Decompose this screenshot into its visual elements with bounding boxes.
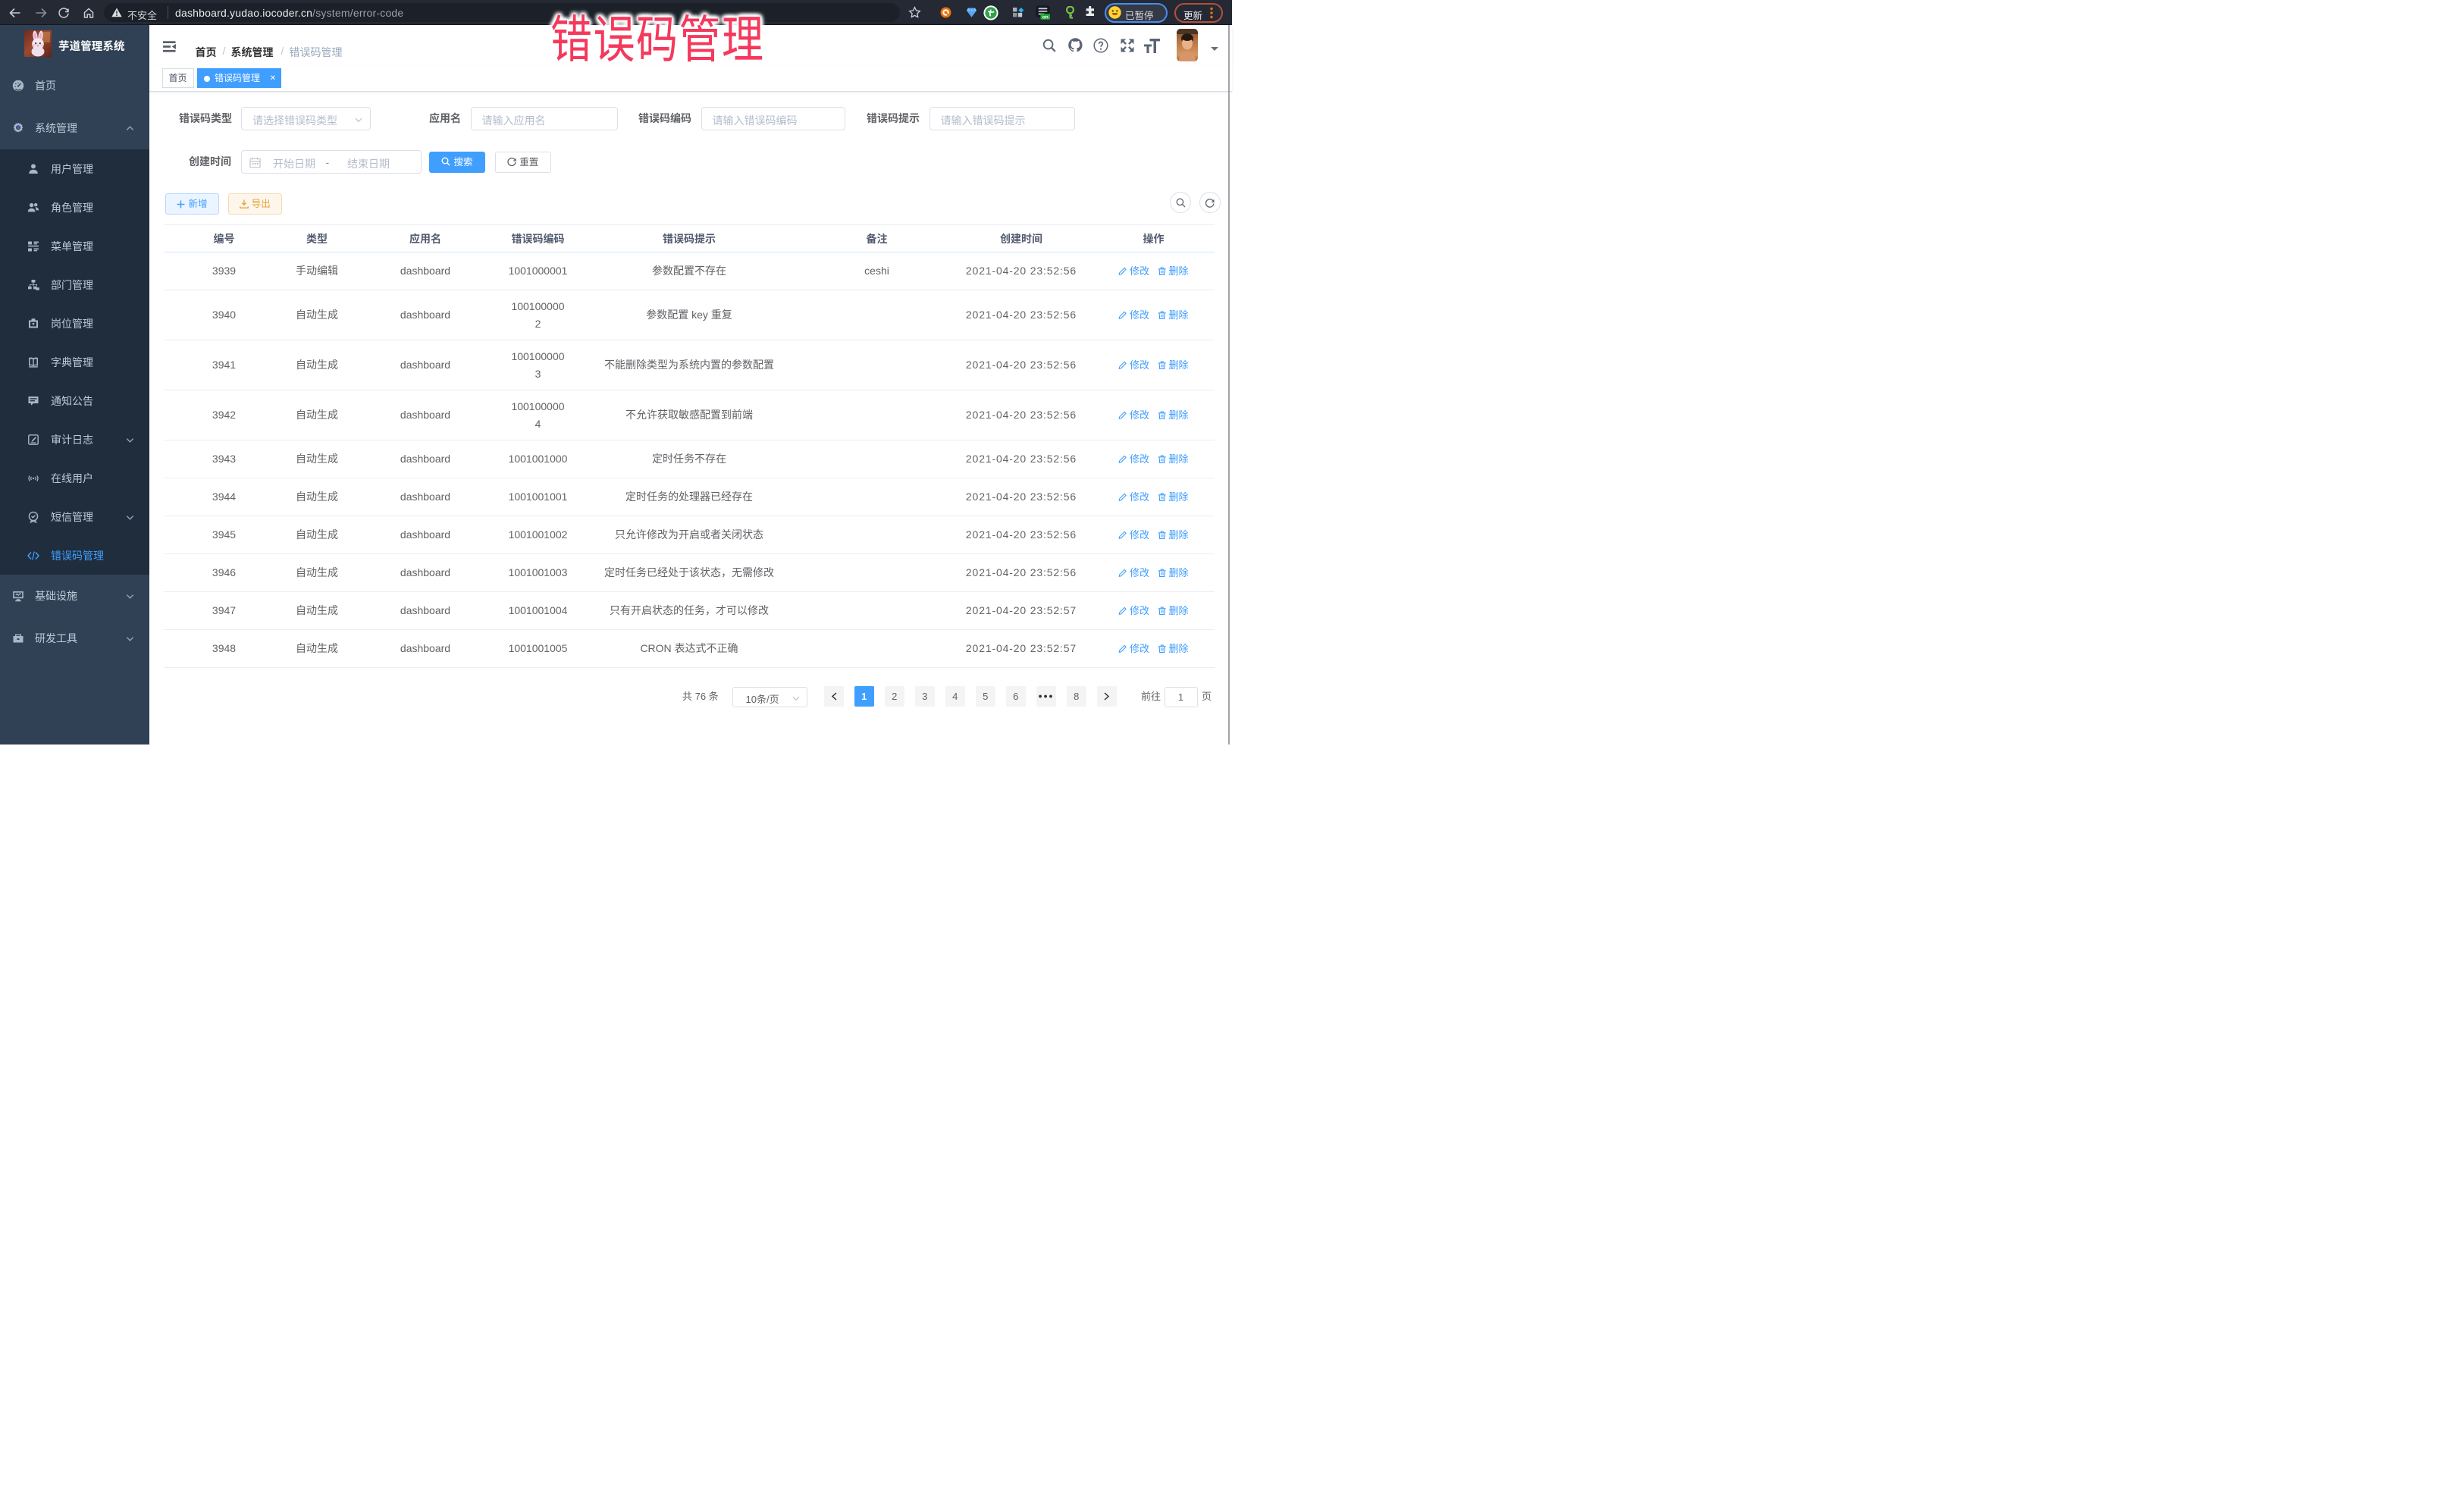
svg-text:on: on <box>1042 14 1049 20</box>
